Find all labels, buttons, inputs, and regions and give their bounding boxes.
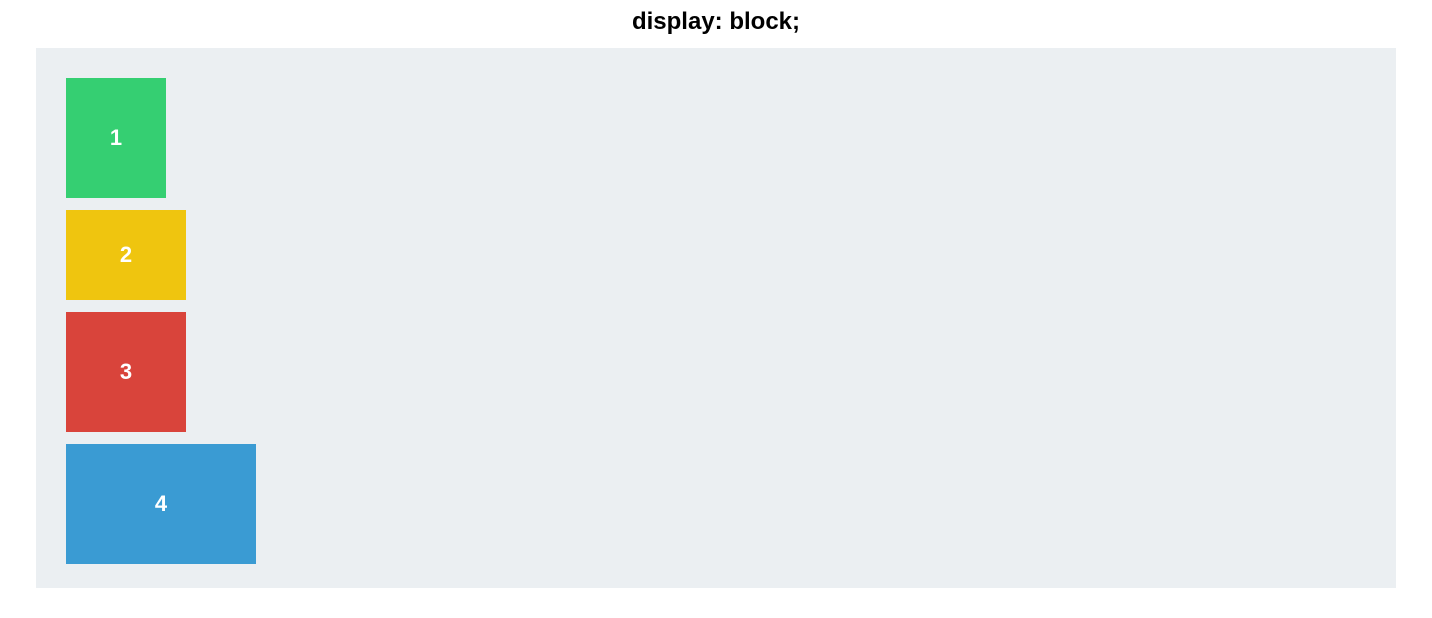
block-4: 4 [66,444,256,564]
block-2: 2 [66,210,186,300]
demo-container: 1 2 3 4 [36,48,1396,588]
block-3: 3 [66,312,186,432]
page-title: display: block; [0,0,1432,48]
block-1: 1 [66,78,166,198]
